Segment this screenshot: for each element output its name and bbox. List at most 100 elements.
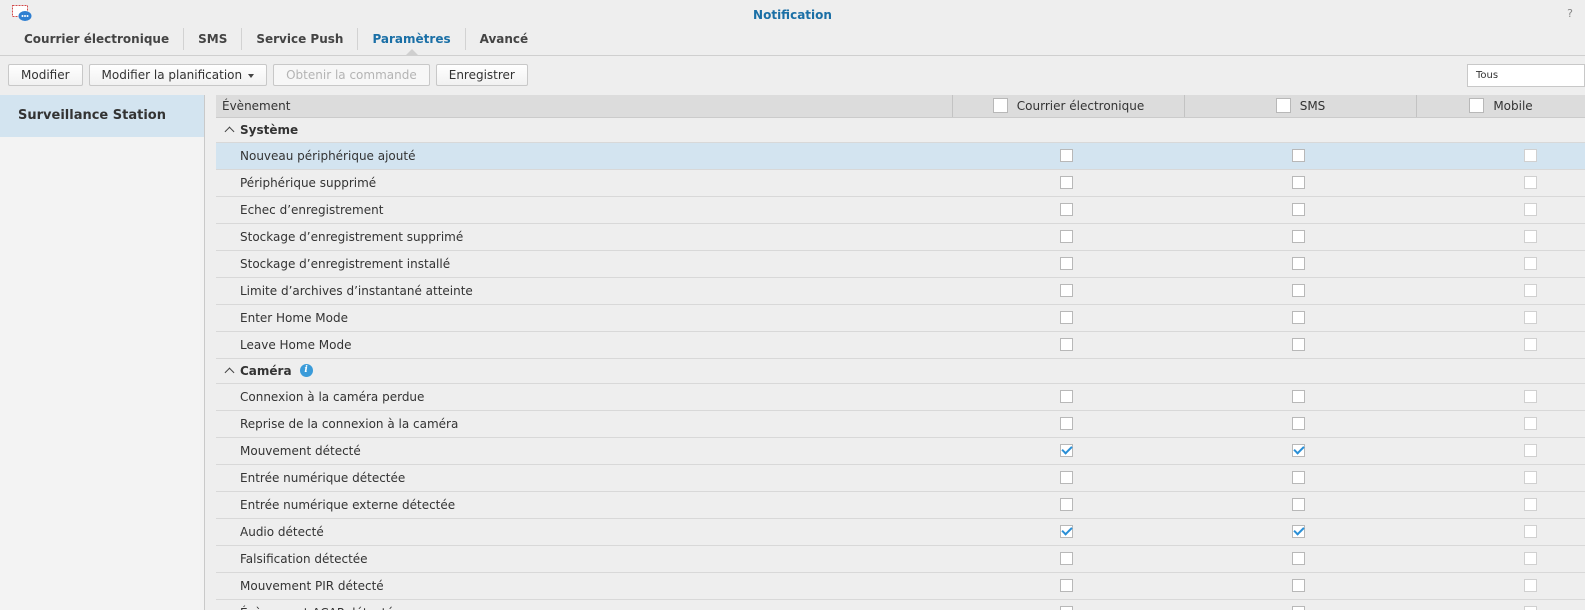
group-header[interactable]: Système (216, 118, 1585, 143)
mobile-checkbox[interactable] (1524, 230, 1537, 243)
email-checkbox[interactable] (1060, 149, 1073, 162)
tab-sms[interactable]: SMS (184, 28, 243, 50)
table-row[interactable]: Limite d’archives d’instantané atteinte (216, 278, 1585, 305)
table-row[interactable]: Évènement ACAP détecté (216, 600, 1585, 610)
table-row[interactable]: Echec d’enregistrement (216, 197, 1585, 224)
mobile-checkbox[interactable] (1524, 149, 1537, 162)
column-header-email: Courrier électronique (953, 95, 1185, 117)
tab-bar: Courrier électronique SMS Service Push P… (10, 28, 543, 55)
mobile-checkbox[interactable] (1524, 498, 1537, 511)
sidebar-item-surveillance-station[interactable]: Surveillance Station (0, 95, 204, 137)
sms-checkbox[interactable] (1292, 417, 1305, 430)
email-checkbox[interactable] (1060, 417, 1073, 430)
sms-checkbox[interactable] (1292, 230, 1305, 243)
sms-checkbox[interactable] (1292, 579, 1305, 592)
edit-schedule-button[interactable]: Modifier la planification (88, 64, 268, 86)
email-checkbox[interactable] (1060, 311, 1073, 324)
event-label: Mouvement PIR détecté (240, 579, 384, 593)
event-grid: Évènement Courrier électronique SMS Mobi… (216, 95, 1585, 610)
sms-checkbox[interactable] (1292, 606, 1305, 610)
mobile-checkbox[interactable] (1524, 417, 1537, 430)
edit-button-label: Modifier (21, 68, 70, 82)
mobile-checkbox[interactable] (1524, 284, 1537, 297)
sms-checkbox[interactable] (1292, 257, 1305, 270)
tab-advanced[interactable]: Avancé (466, 28, 543, 50)
table-row[interactable]: Nouveau périphérique ajouté (216, 143, 1585, 170)
table-row[interactable]: Entrée numérique détectée (216, 465, 1585, 492)
sms-checkbox[interactable] (1292, 390, 1305, 403)
info-icon[interactable]: i (299, 364, 313, 377)
filter-select[interactable]: Tous (1467, 64, 1585, 87)
table-row[interactable]: Audio détecté (216, 519, 1585, 546)
group-header[interactable]: Caméra i (216, 359, 1585, 384)
sms-checkbox[interactable] (1292, 284, 1305, 297)
save-button[interactable]: Enregistrer (435, 64, 528, 86)
sms-checkbox[interactable] (1292, 338, 1305, 351)
table-row[interactable]: Connexion à la caméra perdue (216, 384, 1585, 411)
email-checkbox[interactable] (1060, 579, 1073, 592)
sms-checkbox[interactable] (1292, 498, 1305, 511)
help-icon[interactable]: ? (1567, 7, 1573, 20)
table-row[interactable]: Stockage d’enregistrement supprimé (216, 224, 1585, 251)
chevron-up-icon[interactable] (224, 367, 235, 378)
chevron-up-icon[interactable] (224, 126, 235, 137)
column-mobile-label: Mobile (1493, 99, 1533, 113)
column-header-event[interactable]: Évènement (216, 95, 953, 117)
tab-divider (0, 55, 1585, 56)
mobile-checkbox[interactable] (1524, 176, 1537, 189)
email-checkbox[interactable] (1060, 552, 1073, 565)
mobile-checkbox[interactable] (1524, 525, 1537, 538)
email-checkbox[interactable] (1060, 606, 1073, 610)
select-all-mobile-checkbox[interactable] (1469, 98, 1485, 113)
sms-checkbox[interactable] (1292, 311, 1305, 324)
mobile-checkbox[interactable] (1524, 444, 1537, 457)
mobile-checkbox[interactable] (1524, 471, 1537, 484)
select-all-email-checkbox[interactable] (992, 98, 1008, 113)
sms-checkbox[interactable] (1292, 552, 1305, 565)
table-row[interactable]: Stockage d’enregistrement installé (216, 251, 1585, 278)
select-all-sms-checkbox[interactable] (1275, 98, 1291, 113)
mobile-checkbox[interactable] (1524, 579, 1537, 592)
sms-checkbox[interactable] (1292, 149, 1305, 162)
mobile-checkbox[interactable] (1524, 311, 1537, 324)
mobile-checkbox[interactable] (1524, 552, 1537, 565)
event-label: Audio détecté (240, 525, 324, 539)
table-row[interactable]: Reprise de la connexion à la caméra (216, 411, 1585, 438)
email-checkbox[interactable] (1060, 203, 1073, 216)
email-checkbox[interactable] (1060, 284, 1073, 297)
email-checkbox[interactable] (1060, 338, 1073, 351)
edit-button[interactable]: Modifier (8, 64, 83, 86)
email-checkbox[interactable] (1060, 176, 1073, 189)
table-row[interactable]: Enter Home Mode (216, 305, 1585, 332)
email-checkbox[interactable] (1060, 444, 1073, 457)
sms-checkbox[interactable] (1292, 444, 1305, 457)
email-checkbox[interactable] (1060, 471, 1073, 484)
sms-checkbox[interactable] (1292, 203, 1305, 216)
mobile-checkbox[interactable] (1524, 203, 1537, 216)
email-checkbox[interactable] (1060, 525, 1073, 538)
table-row[interactable]: Mouvement PIR détecté (216, 573, 1585, 600)
sms-checkbox[interactable] (1292, 471, 1305, 484)
sms-checkbox[interactable] (1292, 176, 1305, 189)
mobile-checkbox[interactable] (1524, 338, 1537, 351)
tab-push-service[interactable]: Service Push (242, 28, 359, 50)
get-command-label: Obtenir la commande (286, 68, 417, 82)
mobile-checkbox[interactable] (1524, 606, 1537, 610)
table-row[interactable]: Falsification détectée (216, 546, 1585, 573)
table-row[interactable]: Entrée numérique externe détectée (216, 492, 1585, 519)
email-checkbox[interactable] (1060, 498, 1073, 511)
mobile-checkbox[interactable] (1524, 257, 1537, 270)
tab-email[interactable]: Courrier électronique (10, 28, 185, 50)
column-sms-label: SMS (1299, 99, 1326, 113)
mobile-checkbox[interactable] (1524, 390, 1537, 403)
table-row[interactable]: Périphérique supprimé (216, 170, 1585, 197)
table-row[interactable]: Mouvement détecté (216, 438, 1585, 465)
sms-checkbox[interactable] (1292, 525, 1305, 538)
get-command-button[interactable]: Obtenir la commande (273, 64, 430, 86)
email-checkbox[interactable] (1060, 230, 1073, 243)
email-checkbox[interactable] (1060, 390, 1073, 403)
grid-header: Évènement Courrier électronique SMS Mobi… (216, 95, 1585, 118)
tab-settings[interactable]: Paramètres (358, 28, 466, 55)
email-checkbox[interactable] (1060, 257, 1073, 270)
table-row[interactable]: Leave Home Mode (216, 332, 1585, 359)
